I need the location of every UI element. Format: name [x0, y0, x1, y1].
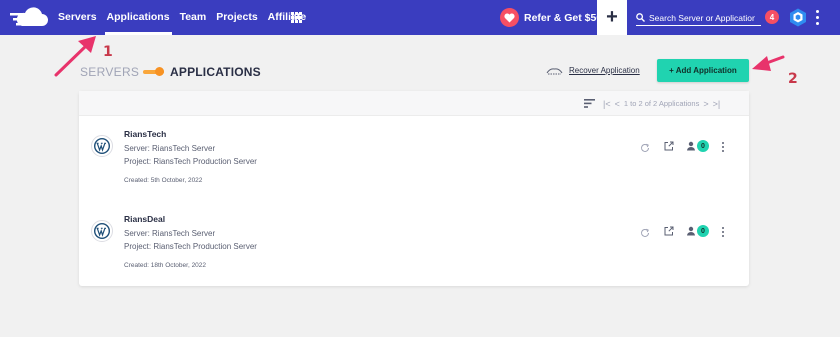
recover-icon — [546, 67, 563, 74]
main-nav: Servers Applications Team Projects Affil… — [58, 0, 306, 35]
app-name[interactable]: RiansDeal — [124, 214, 165, 224]
annotation-arrow-2 — [752, 55, 785, 71]
list-item[interactable]: RiansDeal Server: RiansTech Server Proje… — [79, 206, 749, 286]
wordpress-icon — [91, 220, 113, 242]
external-link-icon[interactable] — [664, 141, 674, 151]
pagination: |< < 1 to 2 of 2 Applications > >| — [603, 97, 720, 110]
collaborator-count-badge: 0 — [697, 140, 709, 152]
app-server: Server: RiansTech Server — [124, 229, 216, 238]
prev-page-icon[interactable]: < — [615, 99, 620, 109]
recover-application-link[interactable]: Recover Application — [546, 66, 640, 75]
refer-label: Refer & Get $50 — [524, 11, 603, 24]
first-page-icon[interactable]: |< — [603, 99, 611, 109]
quick-add-button[interactable]: + — [597, 0, 627, 35]
refer-button[interactable]: Refer & Get $50 — [500, 8, 602, 27]
next-page-icon[interactable]: > — [703, 99, 708, 109]
nav-team[interactable]: Team — [180, 0, 207, 35]
list-item[interactable]: RiansTech Server: RiansTech Server Proje… — [79, 121, 749, 201]
apps-grid-icon[interactable] — [291, 12, 302, 23]
servers-toggle-label[interactable]: SERVERS — [80, 65, 139, 79]
sort-icon[interactable] — [584, 99, 595, 108]
top-navbar: Servers Applications Team Projects Affil… — [0, 0, 840, 35]
list-toolbar: |< < 1 to 2 of 2 Applications > >| — [79, 91, 749, 116]
wordpress-icon — [91, 135, 113, 157]
app-project: Project: RiansTech Production Server — [124, 242, 257, 251]
refresh-icon[interactable] — [640, 228, 650, 238]
pagination-text: 1 to 2 of 2 Applications — [623, 99, 700, 108]
app-name[interactable]: RiansTech — [124, 129, 166, 139]
more-menu-icon[interactable] — [814, 10, 820, 25]
app-created-date: Created: 5th October, 2022 — [124, 177, 203, 184]
nav-applications[interactable]: Applications — [104, 0, 172, 35]
applications-list-card: |< < 1 to 2 of 2 Applications > >| Rians… — [79, 91, 749, 286]
last-page-icon[interactable]: >| — [713, 99, 721, 109]
applications-toggle-label[interactable]: APPLICATIONS — [170, 65, 261, 79]
recover-application-label: Recover Application — [569, 66, 640, 75]
app-menu-icon[interactable] — [721, 142, 725, 152]
search-box — [636, 10, 761, 26]
app-project: Project: RiansTech Production Server — [124, 157, 257, 166]
annotation-number-1: 1 — [103, 44, 113, 60]
external-link-icon[interactable] — [664, 226, 674, 236]
collaborator-count-badge: 0 — [697, 225, 709, 237]
account-hexagon-icon[interactable] — [789, 8, 807, 27]
app-menu-icon[interactable] — [721, 227, 725, 237]
search-input[interactable] — [649, 12, 755, 23]
collaborator-icon[interactable] — [686, 141, 696, 151]
add-application-button[interactable]: + Add Application — [657, 59, 749, 82]
cloudways-logo-icon[interactable] — [10, 5, 48, 30]
annotation-number-2: 2 — [788, 71, 798, 87]
search-icon — [636, 13, 645, 22]
refresh-icon[interactable] — [640, 143, 650, 153]
app-created-date: Created: 18th October, 2022 — [124, 262, 207, 269]
nav-projects[interactable]: Projects — [216, 0, 257, 35]
heart-icon — [500, 8, 519, 27]
servers-applications-toggle[interactable] — [143, 67, 164, 76]
nav-servers[interactable]: Servers — [58, 0, 97, 35]
notification-badge[interactable]: 4 — [765, 10, 779, 24]
collaborator-icon[interactable] — [686, 226, 696, 236]
app-server: Server: RiansTech Server — [124, 144, 216, 153]
